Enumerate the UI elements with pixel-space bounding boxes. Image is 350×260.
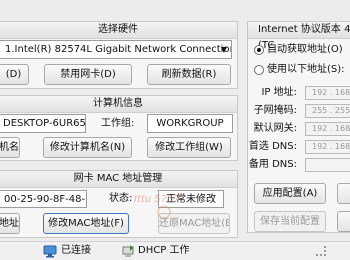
connection-status: 已连接	[61, 245, 91, 256]
computer-title: 计算机信息	[0, 96, 237, 113]
mac-address-button[interactable]: 地址	[0, 213, 20, 234]
subnet-mask-label: 子网掩码:	[253, 105, 297, 116]
watermark-logo: Ittu 5757	[134, 194, 180, 219]
refresh-button[interactable]: 刷新数据(R)	[147, 64, 231, 85]
change-workgroup-button[interactable]: 修改工作组(W)	[147, 137, 231, 158]
save-extra-button[interactable]	[337, 211, 350, 232]
dhcp-status: DHCP 工作	[138, 245, 190, 256]
alternate-dns-field[interactable]	[305, 158, 350, 172]
manual-ip-label[interactable]: 使用以下地址(S):	[267, 63, 345, 77]
hardware-title: 选择硬件	[0, 22, 237, 39]
apply-extra-button[interactable]	[337, 183, 350, 204]
apply-config-button[interactable]: 应用配置(A)	[254, 183, 326, 204]
network-connected-icon	[43, 245, 57, 258]
rename-computer-button[interactable]: 修改计算机名(N)	[43, 137, 132, 158]
modify-mac-button[interactable]: 修改MAC地址(F)	[43, 213, 129, 234]
gateway-field[interactable]: 192 . 168	[305, 122, 350, 136]
preferred-dns-label: 首选 DNS:	[248, 141, 297, 152]
ip-address-label: IP 地址:	[261, 87, 297, 98]
ip-address-field[interactable]: 192 . 168	[305, 86, 350, 100]
workgroup-label: 工作组:	[101, 118, 135, 129]
computer-name-button[interactable]: 机名	[0, 137, 20, 158]
adapter-select-value: 1.Intel(R) 82574L Gigabit Network Connec…	[5, 44, 232, 55]
ipv4-title: Internet 协议版本 4 (TC	[248, 22, 350, 51]
auto-ip-label[interactable]: 自动获取地址(O)	[267, 43, 343, 57]
status-bar: 已连接 DHCP 工作	[0, 241, 350, 260]
auto-ip-radio[interactable]	[254, 45, 264, 55]
subnet-mask-field[interactable]: 255 . 255	[305, 104, 350, 118]
svg-text:Ittu 5757: Ittu 5757	[134, 194, 180, 205]
dhcp-icon	[122, 245, 134, 257]
adapter-select[interactable]: 1.Intel(R) 82574L Gigabit Network Connec…	[0, 40, 232, 59]
chevron-down-icon: ▼	[220, 45, 227, 54]
preferred-dns-field[interactable]: 192 . 168	[305, 140, 350, 154]
computer-name-field[interactable]: DESKTOP-6UR65V7	[0, 114, 86, 133]
mac-status-label: 状态:	[109, 193, 133, 204]
resize-grip-icon	[316, 246, 326, 256]
gateway-label: 默认网关:	[253, 123, 297, 134]
disable-nic-button[interactable]: 禁用网卡(D)	[44, 64, 132, 85]
mac-address-field[interactable]: 00-25-90-8F-48-32	[0, 190, 87, 208]
mac-title: 网卡 MAC 地址管理	[0, 171, 237, 188]
save-config-button[interactable]: 保存当前配置	[254, 211, 326, 232]
workgroup-field[interactable]: WORKGROUP	[147, 114, 233, 133]
enable-nic-button[interactable]: (D)	[0, 64, 29, 85]
alternate-dns-label: 备用 DNS:	[248, 159, 297, 170]
manual-ip-radio[interactable]	[254, 65, 264, 75]
